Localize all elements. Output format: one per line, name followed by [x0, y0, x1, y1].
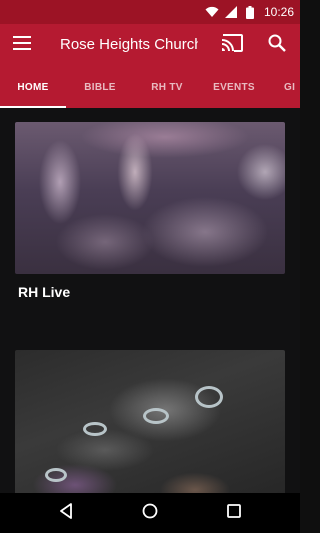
signal-icon	[224, 5, 238, 19]
tab-bar: HOME BIBLE RH TV EVENTS GI	[0, 66, 300, 108]
ring-decoration	[195, 386, 223, 408]
status-bar: 10:26	[0, 0, 300, 24]
search-icon	[268, 34, 286, 57]
cast-button[interactable]	[220, 33, 244, 57]
wifi-icon	[205, 5, 219, 19]
menu-button[interactable]	[0, 24, 44, 66]
tab-gi[interactable]: GI	[284, 66, 300, 108]
app-title: Rose Heights Church	[60, 36, 198, 53]
app-bar: Rose Heights Church	[0, 24, 300, 66]
cast-icon	[221, 33, 243, 57]
card-title[interactable]: RH Live	[18, 284, 70, 300]
back-button[interactable]	[54, 501, 78, 525]
home-button[interactable]	[138, 501, 162, 525]
tab-events[interactable]: EVENTS	[200, 66, 268, 108]
hands-photo[interactable]	[15, 350, 285, 493]
content-feed[interactable]: RH Live	[0, 108, 300, 493]
recents-button[interactable]	[222, 501, 246, 525]
tab-home[interactable]: HOME	[0, 66, 66, 108]
battery-icon	[243, 5, 257, 19]
ring-decoration	[45, 468, 67, 482]
back-icon	[59, 502, 73, 524]
menu-icon	[13, 35, 31, 55]
status-time: 10:26	[263, 5, 294, 19]
system-nav-bar	[0, 493, 300, 533]
worship-photo[interactable]	[15, 122, 285, 274]
search-button[interactable]	[265, 33, 289, 57]
tab-rh-tv[interactable]: RH TV	[134, 66, 200, 108]
ring-decoration	[143, 408, 169, 424]
recents-icon	[227, 503, 241, 523]
tab-bible[interactable]: BIBLE	[66, 66, 134, 108]
ring-decoration	[83, 422, 107, 436]
home-icon	[142, 503, 158, 524]
